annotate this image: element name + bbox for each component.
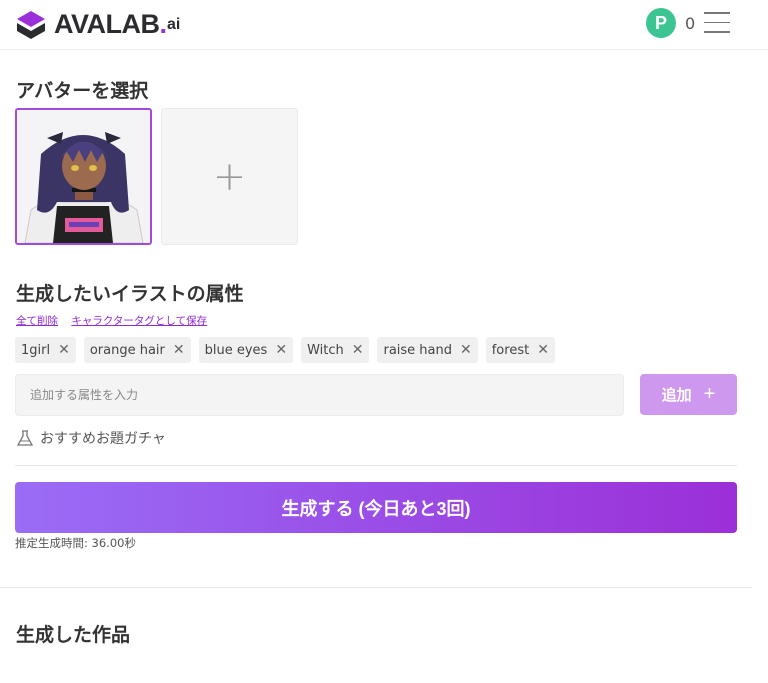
plus-icon: + (703, 383, 716, 405)
remove-tag-icon[interactable]: ✕ (352, 342, 364, 358)
plus-icon: + (212, 153, 247, 200)
avatar-section-title: アバターを選択 (16, 80, 149, 102)
recommended-theme-gacha[interactable]: おすすめお題ガチャ (16, 428, 166, 448)
points-count: 0 (685, 13, 696, 33)
divider (15, 465, 737, 466)
estimated-time-text: 推定生成時間: 36.00秒 (15, 536, 136, 550)
tag-chip[interactable]: 1girl ✕ (15, 337, 76, 363)
logo-suffix: ai (167, 15, 181, 33)
logo-mark-icon (17, 10, 45, 39)
tag-label: Witch (307, 342, 344, 358)
attribute-input[interactable] (15, 374, 624, 416)
points-display[interactable]: P 0 (646, 8, 695, 38)
tag-label: orange hair (89, 342, 165, 358)
flask-icon (16, 430, 34, 446)
works-section-title: 生成した作品 (16, 624, 131, 646)
avalab-logo[interactable]: AVALAB . ai (16, 9, 180, 40)
remove-tag-icon[interactable]: ✕ (537, 342, 549, 358)
tag-label: 1girl (21, 342, 51, 358)
generate-button-label: 生成する (今日あと3回) (281, 498, 471, 519)
clear-all-link[interactable]: 全て削除 (16, 315, 58, 327)
tag-chip[interactable]: forest ✕ (485, 337, 555, 363)
remove-tag-icon[interactable]: ✕ (460, 342, 472, 358)
gacha-label: おすすめお題ガチャ (40, 431, 166, 447)
divider (0, 587, 752, 588)
logo-text: AVALAB (54, 9, 160, 39)
tag-label: raise hand (383, 342, 452, 358)
add-attribute-button[interactable]: 追加 + (640, 374, 737, 415)
tag-chip[interactable]: raise hand ✕ (377, 337, 478, 363)
logo-dot: . (159, 9, 168, 39)
attribute-tag-list: 1girl ✕ orange hair ✕ blue eyes ✕ Witch … (15, 337, 563, 363)
tag-chip[interactable]: Witch ✕ (301, 337, 370, 363)
attribute-links: 全て削除 キャラクタータグとして保存 (16, 313, 217, 328)
remove-tag-icon[interactable]: ✕ (275, 342, 287, 358)
avatar-card-selected[interactable] (15, 108, 152, 245)
points-icon: P (646, 8, 676, 38)
top-header: AVALAB . ai P 0 (0, 0, 768, 50)
remove-tag-icon[interactable]: ✕ (58, 342, 70, 358)
hamburger-menu-icon[interactable] (704, 12, 730, 34)
remove-tag-icon[interactable]: ✕ (173, 342, 185, 358)
save-as-character-tag-link[interactable]: キャラクタータグとして保存 (71, 315, 207, 327)
tag-label: forest (491, 342, 530, 358)
avatar-thumbnail (17, 110, 150, 243)
tag-label: blue eyes (204, 342, 268, 358)
tag-chip[interactable]: blue eyes ✕ (198, 337, 294, 363)
attributes-section-title: 生成したいイラストの属性 (16, 283, 244, 305)
tag-chip[interactable]: orange hair ✕ (83, 337, 191, 363)
add-avatar-button[interactable]: + (161, 108, 298, 245)
add-button-label: 追加 (661, 387, 692, 404)
generate-button[interactable]: 生成する (今日あと3回) (15, 482, 737, 533)
